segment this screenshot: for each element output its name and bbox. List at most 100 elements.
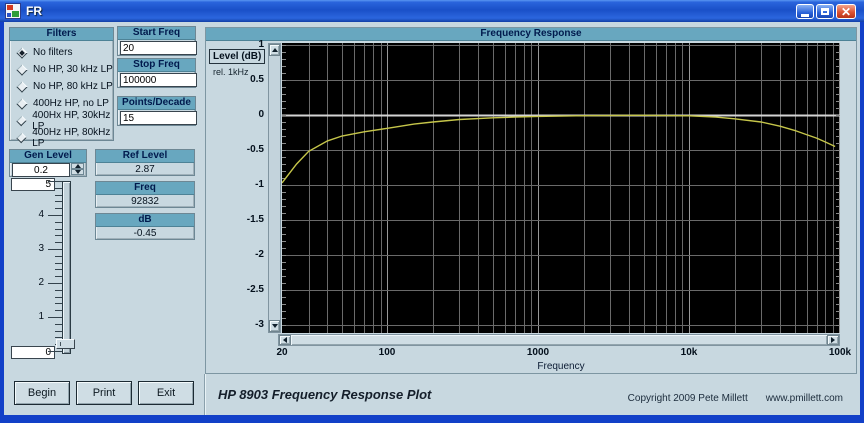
slider-tick — [55, 303, 62, 305]
points-per-decade-panel: Points/Decade — [117, 96, 197, 126]
slider-tick — [55, 242, 62, 244]
filter-option-nohp-80k[interactable]: No HP, 80 kHz LP — [10, 78, 113, 95]
spinner-down-button[interactable] — [71, 169, 84, 175]
slider-tick — [55, 194, 62, 196]
y-tick-label: -2.5 — [246, 284, 264, 295]
frequency-response-curve — [281, 43, 840, 333]
y-tick-label: -0.5 — [246, 144, 264, 155]
db-readout-label: dB — [96, 214, 194, 227]
freq-readout-label: Freq — [96, 182, 194, 195]
slider-tick — [55, 201, 62, 203]
slider-tick — [48, 283, 62, 284]
stop-freq-panel: Stop Freq — [117, 58, 197, 88]
begin-button[interactable]: Begin — [14, 381, 70, 405]
slider-tick — [55, 269, 62, 271]
y-tick-label: -1.5 — [246, 214, 264, 225]
db-readout-value: -0.45 — [133, 228, 157, 239]
x-tick-label: 100k — [828, 347, 852, 358]
gen-level-label: Gen Level — [10, 150, 86, 163]
divider-line — [204, 374, 205, 415]
app-subtitle: HP 8903 Frequency Response Plot — [218, 387, 432, 402]
y-axis-label: Level (dB) — [209, 49, 266, 64]
slider-tick — [48, 181, 62, 182]
right-arrow-icon — [831, 337, 835, 343]
vertical-scrollbar[interactable] — [268, 43, 281, 333]
freq-readout-panel: Freq 92832 — [95, 181, 195, 208]
gen-level-spinner — [71, 163, 84, 175]
slider-tick — [55, 262, 62, 264]
copyright-text: Copyright 2009 Pete Millett www.pmillett.… — [540, 393, 843, 404]
scroll-right-button[interactable] — [827, 335, 839, 345]
slider-thumb[interactable] — [56, 339, 75, 349]
slider-tick — [55, 228, 62, 230]
slider-tick — [55, 235, 62, 237]
gen-level-panel: Gen Level — [9, 149, 87, 177]
slider-tick-label: 2 — [38, 277, 44, 288]
ref-level-label: Ref Level — [96, 150, 194, 163]
app-icon — [5, 3, 21, 19]
exit-button[interactable]: Exit — [138, 381, 194, 405]
slider-tick — [55, 255, 62, 257]
slider-tick — [48, 249, 62, 250]
start-freq-panel: Start Freq — [117, 26, 197, 56]
stop-freq-input[interactable] — [120, 73, 197, 87]
x-axis-ticks: 20 100 1000 10k 100k — [276, 347, 851, 359]
slider-tick — [48, 351, 62, 352]
slider-tick-label: 4 — [38, 209, 44, 220]
slider-tick — [55, 296, 62, 298]
chart-title: Frequency Response — [206, 28, 856, 41]
slider-scale: 4 3 2 1 — [38, 176, 62, 358]
filter-option-no-filters[interactable]: No filters — [10, 44, 113, 61]
y-tick-label: 0.5 — [250, 74, 264, 85]
scroll-down-button[interactable] — [269, 320, 280, 332]
filter-option-400hp-80k[interactable]: 400Hz HP, 80kHz LP — [10, 127, 113, 149]
down-arrow-icon — [271, 324, 278, 328]
x-axis-label: Frequency — [537, 361, 585, 372]
stop-freq-label: Stop Freq — [118, 59, 195, 72]
slider-tick — [55, 187, 62, 189]
close-icon: ✕ — [840, 4, 852, 19]
minimize-button[interactable] — [796, 4, 814, 19]
y-tick-label: 1 — [258, 39, 264, 50]
filters-header: Filters — [10, 28, 113, 41]
website-text: www.pmillett.com — [765, 393, 843, 404]
print-button[interactable]: Print — [76, 381, 132, 405]
ref-level-value: 2.87 — [135, 164, 155, 175]
filter-option-nohp-30k[interactable]: No HP, 30 kHz LP — [10, 61, 113, 78]
start-freq-input[interactable] — [120, 41, 197, 55]
ref-level-panel: Ref Level 2.87 — [95, 149, 195, 176]
slider-tick — [55, 289, 62, 291]
start-freq-label: Start Freq — [118, 27, 195, 40]
slider-tick — [55, 208, 62, 210]
x-tick-label: 20 — [276, 347, 288, 358]
close-button[interactable]: ✕ — [836, 4, 856, 19]
slider-tick — [48, 215, 62, 216]
maximize-icon — [821, 8, 829, 15]
slider-tick — [48, 317, 62, 318]
slider-tick-label: 3 — [38, 243, 44, 254]
horizontal-scrollbar[interactable] — [278, 334, 840, 346]
slider-track[interactable] — [62, 181, 71, 354]
app-window: FR ✕ Filters No filters No HP, 30 kHz LP… — [0, 0, 864, 423]
db-readout-panel: dB -0.45 — [95, 213, 195, 240]
y-tick-label: 0 — [258, 109, 264, 120]
filters-panel: Filters No filters No HP, 30 kHz LP No H… — [9, 27, 114, 149]
points-per-decade-input[interactable] — [120, 111, 197, 125]
radio-icon — [16, 115, 27, 126]
x-tick-label: 100 — [378, 347, 396, 358]
left-arrow-icon — [283, 337, 287, 343]
plot-area — [281, 43, 840, 333]
window-title: FR — [26, 4, 42, 18]
down-arrow-icon — [74, 170, 81, 174]
scroll-left-button[interactable] — [279, 335, 291, 345]
scroll-up-button[interactable] — [269, 44, 280, 56]
maximize-button[interactable] — [816, 4, 834, 19]
slider-tick — [55, 310, 62, 312]
freq-readout-value: 92832 — [131, 196, 159, 207]
y-tick-label: -1 — [255, 179, 264, 190]
x-tick-label: 1000 — [526, 347, 550, 358]
title-bar[interactable]: FR ✕ — [0, 0, 864, 22]
points-per-decade-label: Points/Decade — [118, 97, 195, 110]
horizontal-scroll-thumb[interactable] — [291, 335, 827, 345]
gen-level-input[interactable] — [12, 163, 70, 177]
